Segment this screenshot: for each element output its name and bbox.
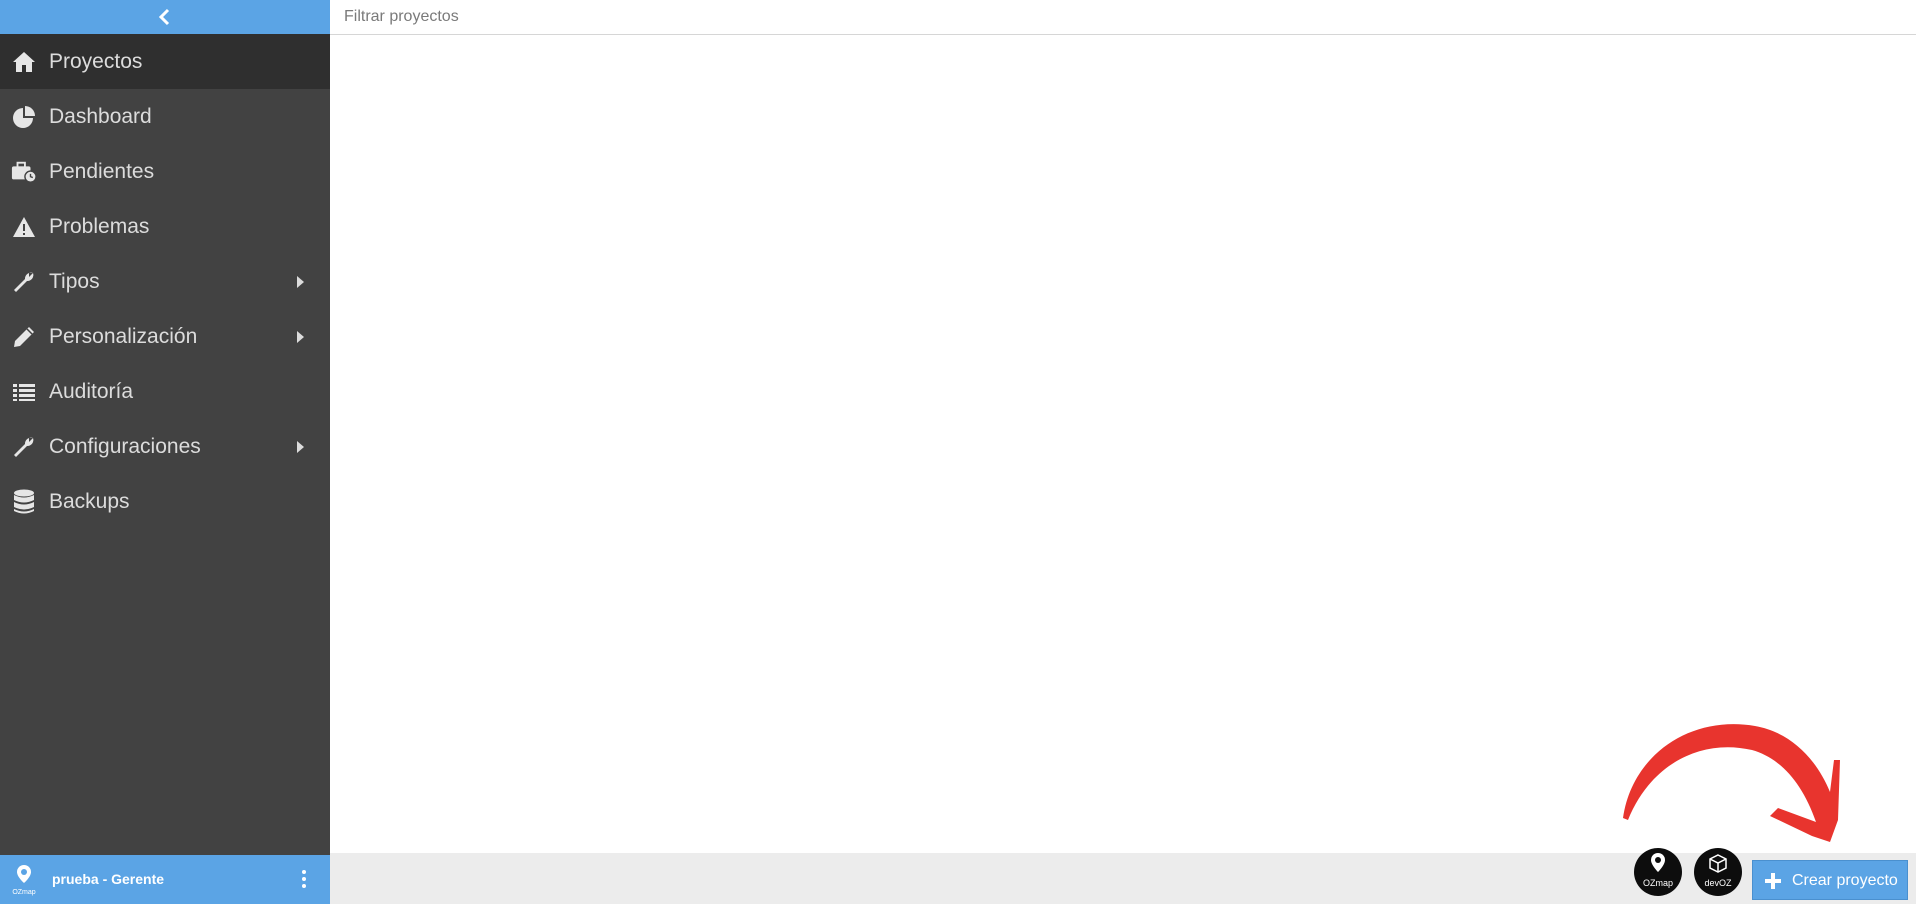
sidebar-item-proyectos[interactable]: Proyectos [0,34,330,89]
sidebar-collapse-button[interactable] [0,0,330,34]
briefcase-clock-icon [11,159,37,185]
project-filter-input[interactable] [330,0,1916,34]
sidebar-item-label: Backups [49,489,130,513]
ozmap-logo: OZmap [10,863,40,897]
devoz-app-caption: devOZ [1704,878,1732,888]
user-bar: OZmap prueba - Gerente [0,855,330,904]
ozmap-app-caption: OZmap [1642,878,1673,888]
sidebar-item-label: Problemas [49,214,150,238]
map-pin-icon [1651,853,1665,872]
sidebar-item-label: Personalización [49,324,198,348]
create-project-label: Crear proyecto [1792,872,1898,889]
user-menu-button[interactable] [298,867,310,891]
sidebar-item-configuraciones[interactable]: Configuraciones [0,419,330,474]
ozmap-app-button[interactable]: OZmap [1634,848,1682,896]
caret-right-icon [297,440,304,453]
list-icon [11,379,37,405]
home-icon [11,49,37,75]
sidebar-item-backups[interactable]: Backups [0,474,330,529]
create-project-button[interactable]: Crear proyecto [1752,860,1908,900]
pie-chart-icon [11,104,37,130]
pencil-icon [11,324,37,350]
svg-text:OZmap: OZmap [12,889,35,896]
project-filter-bar [330,0,1916,35]
sidebar-item-dashboard[interactable]: Dashboard [0,89,330,144]
sidebar-item-label: Proyectos [49,49,143,73]
sidebar-item-label: Auditoría [49,379,134,403]
box-icon [1709,854,1727,873]
kebab-dot [302,877,306,881]
chevron-left-icon [158,8,170,26]
caret-right-icon [297,275,304,288]
sidebar-item-personalizacion[interactable]: Personalización [0,309,330,364]
sidebar-item-auditoria[interactable]: Auditoría [0,364,330,419]
warning-icon [11,214,37,240]
projects-content-area [330,35,1916,855]
sidebar-item-label: Pendientes [49,159,155,183]
sidebar-item-problemas[interactable]: Problemas [0,199,330,254]
sidebar-nav: Proyectos Dashboard Pendientes Problemas [0,34,330,529]
sidebar-item-label: Configuraciones [49,434,201,458]
kebab-dot [302,884,306,888]
wrench-icon [11,434,37,460]
kebab-dot [302,870,306,874]
sidebar-item-pendientes[interactable]: Pendientes [0,144,330,199]
wrench-icon [11,269,37,295]
sidebar-item-label: Dashboard [49,104,152,128]
database-icon [11,489,37,515]
caret-right-icon [297,330,304,343]
sidebar: Proyectos Dashboard Pendientes Problemas [0,0,330,904]
plus-icon [1765,873,1781,889]
sidebar-item-tipos[interactable]: Tipos [0,254,330,309]
devoz-app-button[interactable]: devOZ [1694,848,1742,896]
sidebar-item-label: Tipos [49,269,100,293]
user-name: prueba - Gerente [52,871,165,887]
